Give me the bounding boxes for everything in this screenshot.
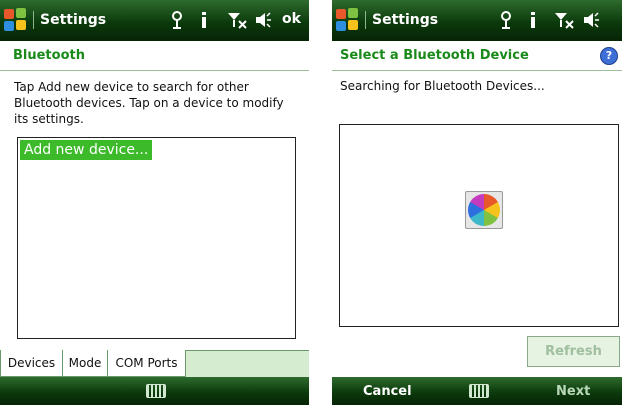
tab-mode[interactable]: Mode — [62, 350, 108, 377]
start-icon[interactable] — [336, 8, 360, 32]
keyboard-icon[interactable] — [469, 384, 489, 398]
next-softkey[interactable]: Next — [556, 384, 590, 399]
busy-wheel-icon — [465, 191, 503, 229]
search-status-text: Searching for Bluetooth Devices... — [340, 79, 545, 93]
app-title: Settings — [40, 12, 107, 28]
volume-icon[interactable] — [254, 11, 272, 33]
no-signal-icon[interactable] — [554, 11, 576, 33]
refresh-button[interactable]: Refresh — [527, 336, 620, 367]
soft-key-bar: Cancel Next — [332, 377, 622, 405]
antenna-icon[interactable] — [170, 11, 184, 33]
app-title: Settings — [372, 12, 439, 28]
title-bar: Settings — [332, 0, 622, 41]
info-icon[interactable] — [200, 11, 208, 33]
select-bluetooth-device-screen: Settings Select a Bluetooth Device ? Sea… — [332, 0, 622, 405]
soft-key-bar — [0, 377, 309, 405]
start-icon[interactable] — [4, 8, 28, 32]
tab-devices[interactable]: Devices — [0, 350, 63, 377]
title-bar: Settings ok — [0, 0, 309, 41]
ok-button[interactable]: ok — [282, 11, 301, 27]
bluetooth-settings-screen: Settings ok Bluetooth Tap Add new device… — [0, 0, 309, 405]
page-title: Bluetooth — [0, 41, 309, 71]
list-item-add-new-device[interactable]: Add new device... — [20, 140, 153, 160]
antenna-icon[interactable] — [499, 11, 513, 33]
cancel-softkey[interactable]: Cancel — [363, 384, 412, 399]
device-search-list[interactable] — [339, 124, 619, 327]
tab-strip: Devices Mode COM Ports — [0, 350, 309, 377]
info-icon[interactable] — [529, 11, 537, 33]
page-title: Select a Bluetooth Device — [332, 41, 622, 71]
keyboard-icon[interactable] — [146, 384, 166, 398]
tab-com-ports[interactable]: COM Ports — [107, 350, 186, 377]
device-list[interactable]: Add new device... — [17, 137, 296, 339]
help-icon[interactable]: ? — [600, 47, 618, 65]
help-text: Tap Add new device to search for other B… — [14, 80, 284, 126]
no-signal-icon[interactable] — [227, 11, 249, 33]
volume-icon[interactable] — [582, 11, 600, 33]
